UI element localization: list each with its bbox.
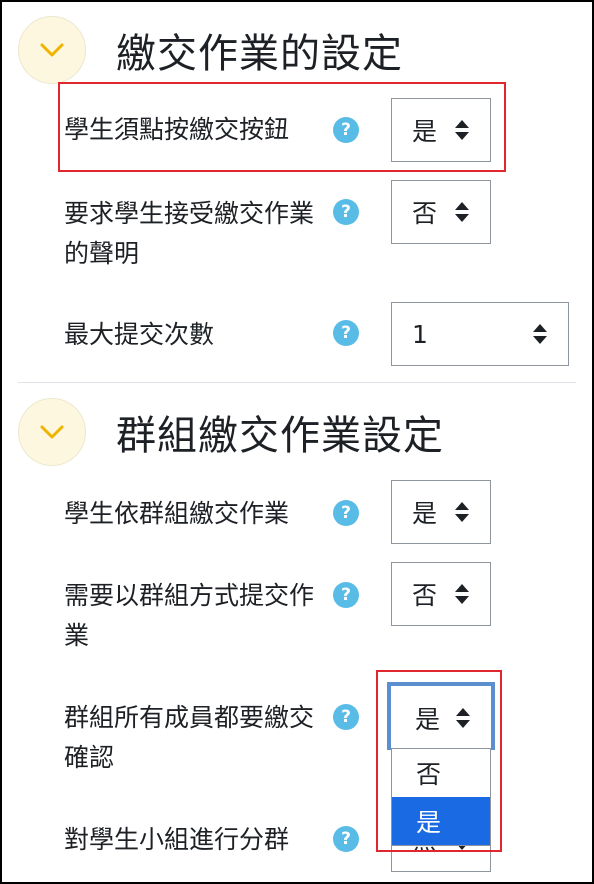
setting-label-require-submit-button: 學生須點按繳交按鈕 bbox=[64, 115, 290, 144]
help-icon[interactable]: ? bbox=[333, 117, 359, 143]
select-value: 否 bbox=[412, 581, 438, 610]
section-title: 群組繳交作業設定 bbox=[116, 413, 444, 459]
collapse-toggle-group-submission[interactable] bbox=[18, 398, 86, 466]
sort-caret-icon bbox=[456, 708, 470, 728]
section-title: 繳交作業的設定 bbox=[116, 31, 403, 77]
select-require-submit-button[interactable]: 是 bbox=[391, 98, 491, 162]
setting-label-grouping: 對學生小組進行分群 bbox=[64, 825, 290, 854]
select-value: 否 bbox=[412, 199, 438, 228]
select-require-statement[interactable]: 否 bbox=[391, 180, 491, 244]
sort-caret-icon bbox=[455, 502, 469, 522]
dropdown-option-no[interactable]: 否 bbox=[392, 749, 490, 797]
help-icon[interactable]: ? bbox=[333, 826, 359, 852]
setting-label-require-group: 需要以群組方式提交作業 bbox=[64, 581, 315, 650]
setting-label-group-submission: 學生依群組繳交作業 bbox=[64, 499, 290, 528]
setting-label-max-attempts: 最大提交次數 bbox=[64, 320, 215, 349]
sort-caret-icon bbox=[455, 120, 469, 140]
sort-caret-icon bbox=[533, 324, 547, 344]
dropdown-option-yes[interactable]: 是 bbox=[392, 797, 490, 845]
collapse-toggle-submission[interactable] bbox=[18, 16, 86, 84]
sort-caret-icon bbox=[455, 202, 469, 222]
select-value: 1 bbox=[412, 319, 428, 349]
select-all-members-submit[interactable]: 是 bbox=[387, 682, 495, 750]
select-require-group[interactable]: 否 bbox=[391, 562, 491, 626]
sort-caret-icon bbox=[455, 584, 469, 604]
select-value: 是 bbox=[412, 117, 438, 146]
help-icon[interactable]: ? bbox=[333, 500, 359, 526]
help-icon[interactable]: ? bbox=[333, 320, 359, 346]
dropdown-list: 否 是 bbox=[391, 748, 491, 846]
help-icon[interactable]: ? bbox=[333, 199, 359, 225]
section-header-group-submission: 群組繳交作業設定 bbox=[18, 398, 444, 466]
help-icon[interactable]: ? bbox=[333, 582, 359, 608]
setting-label-all-members-submit: 群組所有成員都要繳交確認 bbox=[64, 703, 315, 772]
chevron-down-icon bbox=[40, 425, 64, 439]
select-value: 是 bbox=[415, 705, 441, 734]
section-divider bbox=[18, 382, 576, 383]
help-icon[interactable]: ? bbox=[333, 704, 359, 730]
setting-label-require-statement: 要求學生接受繳交作業的聲明 bbox=[64, 199, 315, 268]
chevron-down-icon bbox=[40, 43, 64, 57]
select-value: 是 bbox=[412, 499, 438, 528]
select-max-attempts[interactable]: 1 bbox=[391, 302, 569, 366]
select-group-submission[interactable]: 是 bbox=[391, 480, 491, 544]
section-header-submission: 繳交作業的設定 bbox=[18, 16, 403, 84]
settings-panel: 繳交作業的設定 學生須點按繳交按鈕 ? 是 要求學生接受繳交作業的聲明 ? 否 … bbox=[0, 0, 594, 884]
